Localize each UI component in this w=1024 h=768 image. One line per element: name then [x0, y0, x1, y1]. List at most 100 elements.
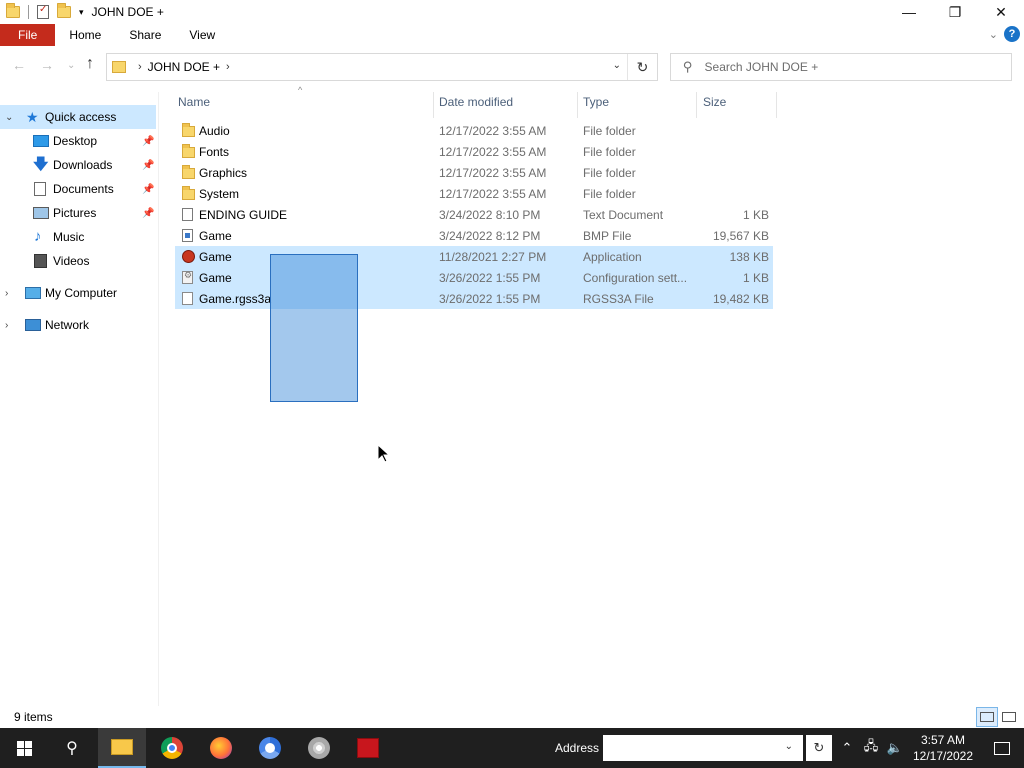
tab-file[interactable]: File: [0, 24, 56, 46]
chevron-right-icon[interactable]: ›: [226, 61, 230, 73]
nav-item-label: Network: [45, 318, 90, 332]
item-count: 9 items: [14, 710, 53, 724]
toolbar-separator: [28, 5, 29, 19]
pictures-icon: [33, 207, 49, 219]
network-tray-button[interactable]: 🖧: [860, 728, 882, 768]
help-icon[interactable]: ?: [1004, 26, 1020, 42]
nav-item-downloads[interactable]: 🡇 Downloads 📌: [0, 153, 158, 177]
column-header-size[interactable]: Size: [703, 92, 726, 112]
tab-share[interactable]: Share: [115, 24, 175, 46]
nav-item-label: Desktop: [53, 134, 98, 148]
recent-locations-dropdown-icon[interactable]: ⌄: [67, 60, 75, 71]
download-icon: 🡇: [33, 156, 49, 173]
file-row[interactable]: ENDING GUIDE 3/24/2022 8:10 PM Text Docu…: [175, 204, 773, 225]
ribbon-right-controls: ⌄ ?: [989, 26, 1020, 42]
column-header-type[interactable]: Type: [583, 92, 609, 112]
pin-icon: 📌: [142, 207, 155, 219]
network-icon: [25, 319, 41, 331]
title-bar: ▾ JOHN DOE + — ❐ ✕: [0, 0, 1024, 24]
folder-icon: [182, 144, 195, 158]
pin-icon: 📌: [142, 183, 155, 195]
text-file-icon: [182, 208, 193, 221]
details-view-button[interactable]: [976, 707, 998, 727]
search-icon: ⚲: [683, 59, 693, 74]
chevron-right-icon[interactable]: ›: [138, 61, 142, 73]
nav-item-label: Videos: [53, 254, 90, 268]
volume-tray-button[interactable]: 🔈: [884, 728, 906, 768]
chevron-up-icon: ⌃: [841, 740, 853, 755]
large-icons-view-button[interactable]: [998, 707, 1020, 727]
customize-toolbar-dropdown-icon[interactable]: ▾: [79, 7, 84, 18]
nav-item-label: Quick access: [45, 110, 117, 124]
taskbar-firefox[interactable]: [197, 728, 245, 768]
nav-item-quick-access[interactable]: ⌄ ★ Quick access: [0, 105, 156, 129]
file-row[interactable]: Audio 12/17/2022 3:55 AM File folder: [175, 120, 773, 141]
disc-icon: [308, 737, 330, 759]
file-row-selected[interactable]: Game 3/26/2022 1:55 PM Configuration set…: [175, 267, 773, 288]
properties-icon[interactable]: [37, 4, 49, 19]
file-size: 1 KB: [742, 271, 769, 285]
expanded-chevron-icon[interactable]: ⌄: [5, 112, 13, 123]
nav-item-music[interactable]: ♪ Music: [0, 225, 158, 249]
column-header-name[interactable]: Name: [178, 92, 210, 112]
up-arrow-icon[interactable]: ↑: [86, 55, 94, 73]
nav-item-label: Documents: [53, 182, 114, 196]
window-controls: — ❐ ✕: [886, 0, 1024, 24]
back-arrow-icon[interactable]: ←: [12, 57, 26, 73]
column-divider[interactable]: [776, 92, 777, 118]
notification-center-button[interactable]: [980, 728, 1024, 768]
config-file-icon: [182, 270, 193, 284]
taskbar-search-button[interactable]: ⚲: [48, 728, 96, 768]
nav-item-my-computer[interactable]: › My Computer: [0, 281, 158, 305]
taskbar-disc-app[interactable]: [295, 728, 343, 768]
new-folder-icon[interactable]: [57, 3, 71, 18]
close-button[interactable]: ✕: [978, 0, 1024, 24]
refresh-button[interactable]: ↻: [627, 54, 657, 80]
expand-ribbon-icon[interactable]: ⌄: [989, 28, 998, 41]
file-date: 3/24/2022 8:12 PM: [439, 229, 541, 243]
minimize-button[interactable]: —: [886, 0, 932, 24]
breadcrumb-item[interactable]: JOHN DOE +: [148, 60, 220, 74]
taskbar-game-app[interactable]: [344, 728, 392, 768]
folder-icon: [182, 123, 195, 137]
star-icon: ★: [26, 109, 39, 125]
nav-item-pictures[interactable]: Pictures 📌: [0, 201, 158, 225]
column-divider[interactable]: [696, 92, 697, 118]
file-row-selected[interactable]: Game 11/28/2021 2:27 PM Application 138 …: [175, 246, 773, 267]
file-row[interactable]: System 12/17/2022 3:55 AM File folder: [175, 183, 773, 204]
file-row[interactable]: Game 3/24/2022 8:12 PM BMP File 19,567 K…: [175, 225, 773, 246]
file-row-selected[interactable]: Game.rgss3a 3/26/2022 1:55 PM RGSS3A Fil…: [175, 288, 773, 309]
nav-item-videos[interactable]: Videos: [0, 249, 158, 273]
start-button[interactable]: [0, 728, 48, 768]
file-size: 1 KB: [742, 208, 769, 222]
file-row[interactable]: Graphics 12/17/2022 3:55 AM File folder: [175, 162, 773, 183]
show-hidden-icons-button[interactable]: ⌃: [838, 728, 856, 768]
chevron-down-icon[interactable]: ⌄: [785, 741, 793, 752]
address-bar[interactable]: › JOHN DOE + › ⌄ ↻: [106, 53, 658, 81]
file-date: 3/26/2022 1:55 PM: [439, 271, 541, 285]
nav-item-network[interactable]: › Network: [0, 313, 158, 337]
column-header-date-modified[interactable]: Date modified: [439, 92, 513, 112]
address-toolbar-input[interactable]: ⌄: [603, 735, 803, 761]
address-toolbar-go-button[interactable]: ↻: [806, 735, 832, 761]
column-divider[interactable]: [577, 92, 578, 118]
taskbar-chrome[interactable]: [148, 728, 196, 768]
tab-home[interactable]: Home: [55, 24, 115, 46]
forward-arrow-icon[interactable]: →: [40, 57, 54, 73]
address-dropdown-icon[interactable]: ⌄: [613, 60, 621, 71]
bmp-file-icon: [182, 229, 193, 242]
collapsed-chevron-icon[interactable]: ›: [5, 288, 8, 299]
collapsed-chevron-icon[interactable]: ›: [5, 320, 8, 331]
nav-item-desktop[interactable]: Desktop 📌: [0, 129, 158, 153]
nav-item-documents[interactable]: Documents 📌: [0, 177, 158, 201]
taskbar-file-explorer[interactable]: [98, 728, 146, 768]
taskbar-clock[interactable]: 3:57 AM 12/17/2022: [910, 732, 976, 764]
column-divider[interactable]: [433, 92, 434, 118]
restore-button[interactable]: ❐: [932, 0, 978, 24]
taskbar-chromium[interactable]: [246, 728, 294, 768]
search-box[interactable]: ⚲ Search JOHN DOE +: [670, 53, 1012, 81]
nav-item-label: Pictures: [53, 206, 97, 220]
file-row[interactable]: Fonts 12/17/2022 3:55 AM File folder: [175, 141, 773, 162]
tab-view[interactable]: View: [175, 24, 229, 46]
ribbon-tabs: File Home Share View ⌄ ?: [0, 24, 1024, 46]
